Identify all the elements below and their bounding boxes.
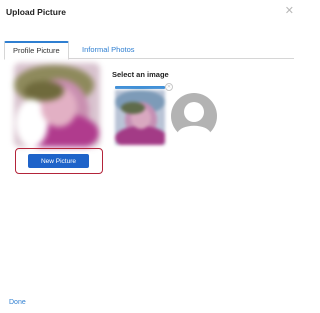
tab-bar: Profile Picture Informal Photos <box>4 41 294 60</box>
dialog-title: Upload Picture <box>6 7 66 17</box>
tab-profile-picture[interactable]: Profile Picture <box>4 41 69 60</box>
close-icon[interactable]: ✕ <box>285 6 294 17</box>
current-profile-photo <box>14 63 100 147</box>
new-picture-highlight: New Picture <box>15 148 103 174</box>
tab-informal-photos[interactable]: Informal Photos <box>74 41 143 59</box>
new-picture-button[interactable]: New Picture <box>28 154 89 168</box>
done-link[interactable]: Done <box>9 299 26 306</box>
select-image-label: Select an image <box>112 70 169 79</box>
image-option-thumbnail[interactable] <box>115 90 165 145</box>
upload-picture-dialog: Upload Picture ✕ Profile Picture Informa… <box>0 0 300 313</box>
default-user-avatar-icon[interactable] <box>171 90 217 142</box>
dialog-header: Upload Picture ✕ <box>0 0 300 28</box>
selected-thumbnail-indicator <box>115 86 165 89</box>
